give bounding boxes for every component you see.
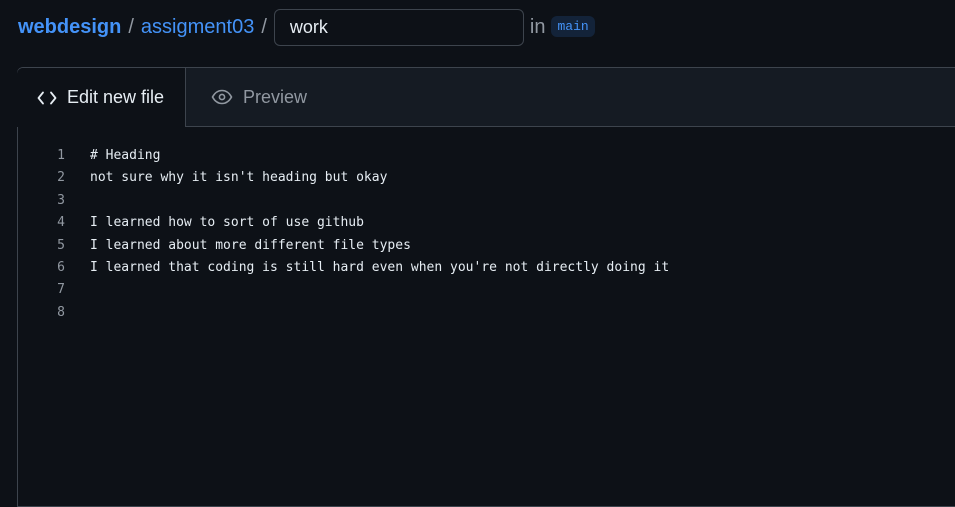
eye-icon <box>211 89 233 105</box>
tab-edit-label: Edit new file <box>67 87 165 107</box>
line-number: 3 <box>57 192 65 208</box>
line-number: 2 <box>57 170 65 186</box>
line-number: 7 <box>57 282 65 298</box>
code-line[interactable]: 4 I learned how to sort of use github <box>18 212 955 234</box>
line-text[interactable]: not sure why it isn't heading but okay <box>90 167 387 189</box>
code-line[interactable]: 6 I learned that coding is still hard eve… <box>18 257 955 279</box>
in-label: in <box>529 16 546 38</box>
code-line[interactable]: 5 I learned about more different file typ… <box>18 235 955 257</box>
code-line[interactable]: 2 not sure why it isn't heading but okay <box>18 167 955 189</box>
code-line[interactable]: 3 <box>18 190 955 212</box>
line-text[interactable]: # Heading <box>90 145 160 167</box>
tab-edit-new-file[interactable]: Edit new file <box>17 68 186 127</box>
line-number: 1 <box>57 148 65 163</box>
line-text[interactable]: I learned that coding is still hard even… <box>90 257 669 279</box>
breadcrumb-separator: / <box>128 16 134 38</box>
editor-panel: Edit new file Preview 1 # Heading 2 not sur… <box>17 67 955 507</box>
breadcrumb-repo-link[interactable]: assigment03 <box>141 16 254 39</box>
tab-preview[interactable]: Preview <box>211 68 307 126</box>
code-line[interactable]: 7 <box>18 279 955 301</box>
breadcrumb-owner-link[interactable]: webdesign <box>18 16 121 39</box>
line-number: 5 <box>57 237 65 253</box>
code-icon <box>37 90 57 106</box>
filename-input[interactable] <box>273 9 524 46</box>
code-line[interactable]: 8 <box>18 302 955 324</box>
branch-badge: main <box>551 16 595 37</box>
editor-tab-bar: Edit new file Preview <box>17 68 955 127</box>
line-text[interactable]: I learned how to sort of use github <box>90 212 364 234</box>
line-number: 8 <box>57 304 65 320</box>
line-text[interactable]: I learned about more different file type… <box>90 235 411 257</box>
tab-preview-label: Preview <box>243 86 308 107</box>
breadcrumb-separator: / <box>261 16 267 38</box>
code-editor[interactable]: 1 # Heading 2 not sure why it isn't heading… <box>18 145 955 324</box>
line-number: 4 <box>57 215 65 231</box>
breadcrumb: webdesign / assigment03 / in main <box>18 8 595 47</box>
code-line[interactable]: 1 # Heading <box>18 145 955 167</box>
line-number: 6 <box>57 259 65 275</box>
